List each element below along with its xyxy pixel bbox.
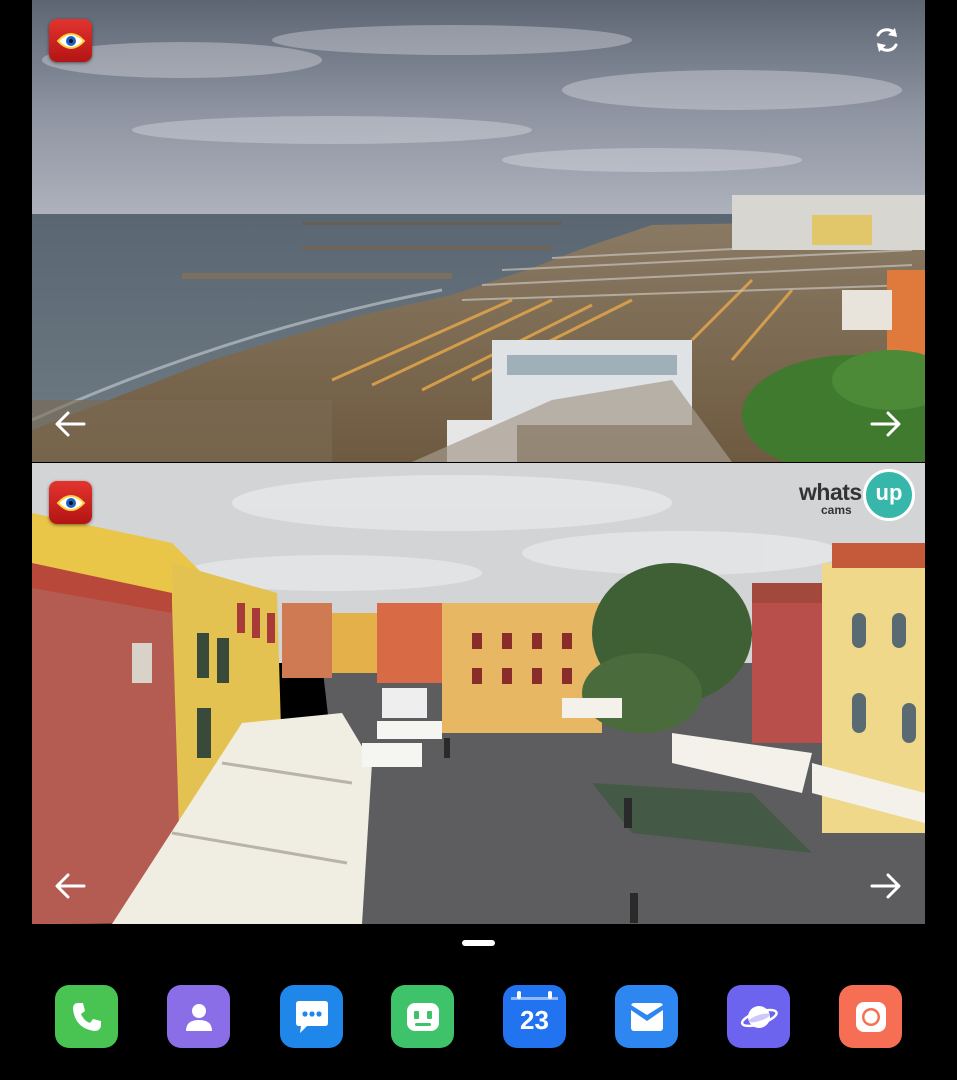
dock-app-email[interactable] [615,985,678,1048]
refresh-icon[interactable] [867,20,907,60]
town-square-camera-image [32,463,925,924]
phone-icon [72,1002,101,1031]
eye-icon [56,32,85,49]
dock-app-internet[interactable] [727,985,790,1048]
planet-browser-icon [740,1005,778,1028]
camera-view-top[interactable] [32,0,925,462]
dock-app-contacts[interactable] [167,985,230,1048]
watermark-sub: cams [821,503,852,517]
webcam-app-logo [49,19,92,62]
whatsupcams-watermark: whats cams up [799,469,919,525]
nav-handle[interactable] [462,940,495,946]
previous-arrow-icon[interactable] [50,866,90,906]
dock-app-phone[interactable] [55,985,118,1048]
eye-icon [56,494,85,511]
camera-view-bottom[interactable]: whats cams up [32,463,925,924]
dock-app-assistant[interactable] [391,985,454,1048]
robot-face-icon [406,1002,439,1031]
next-arrow-icon[interactable] [866,866,906,906]
dock-app-camera[interactable] [839,985,902,1048]
camera-lens-icon [855,1001,886,1032]
watermark-brand: whats [799,479,862,505]
contact-person-icon [185,1003,212,1031]
webcam-app-logo [49,481,92,524]
previous-arrow-icon[interactable] [50,404,90,444]
message-bubble-icon [295,1000,328,1033]
watermark-bubble-text: up [875,480,903,505]
app-dock: 23 [0,985,957,1051]
dock-app-messages[interactable] [280,985,343,1048]
envelope-icon [630,1002,663,1031]
next-arrow-icon[interactable] [866,404,906,444]
watermark-bubble: up [863,469,915,521]
dock-app-calendar[interactable]: 23 [503,985,566,1048]
calendar-day: 23 [520,1005,549,1035]
beach-camera-image [32,0,925,462]
